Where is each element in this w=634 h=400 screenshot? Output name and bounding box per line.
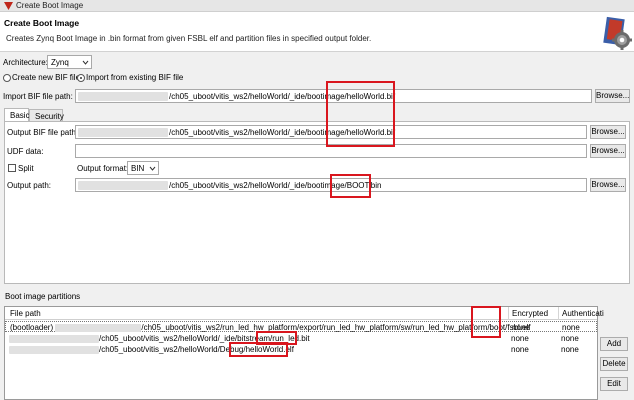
bootloader-tag: (bootloader) — [10, 323, 56, 332]
split-checkbox[interactable] — [8, 164, 16, 172]
redacted-path — [55, 323, 142, 332]
import-bif-radio[interactable] — [77, 74, 85, 82]
file-path-cell: (bootloader) /ch05_uboot/vitis_ws2/run_l… — [10, 323, 530, 332]
file-path-value: /ch05_uboot/vitis_ws2/run_led_hw_platfor… — [141, 323, 531, 332]
column-divider — [508, 307, 509, 320]
create-bif-label[interactable]: Create new BIF file — [12, 73, 80, 82]
output-path-browse-button[interactable]: Browse... — [590, 178, 626, 192]
encrypted-cell: none — [512, 323, 530, 332]
encrypted-cell: none — [511, 334, 529, 343]
output-path-value: /ch05_uboot/vitis_ws2/helloWorld/_ide/bo… — [169, 181, 382, 190]
output-format-select[interactable]: BIN — [127, 161, 159, 175]
file-path-value: /ch05_uboot/vitis_ws2/helloWorld/_ide/bi… — [99, 334, 310, 343]
add-partition-button[interactable]: Add — [600, 337, 628, 351]
output-path-input[interactable]: /ch05_uboot/vitis_ws2/helloWorld/_ide/bo… — [75, 178, 587, 192]
output-path-label: Output path: — [7, 181, 52, 190]
output-bif-browse-button[interactable]: Browse... — [590, 125, 626, 139]
window-title: Create Boot Image — [16, 1, 84, 10]
udf-data-input[interactable] — [75, 144, 587, 158]
partitions-table: File path Encrypted Authenticati (bootlo… — [4, 306, 604, 400]
redacted-path — [9, 345, 99, 354]
chevron-down-icon — [149, 166, 156, 171]
output-format-label: Output format: — [77, 164, 129, 173]
output-bif-path-input[interactable]: /ch05_uboot/vitis_ws2/helloWorld/_ide/bo… — [75, 125, 587, 139]
udf-browse-button[interactable]: Browse... — [590, 144, 626, 158]
redacted-path — [9, 334, 99, 343]
architecture-select[interactable]: Zynq — [47, 55, 92, 69]
redacted-path — [78, 128, 168, 138]
file-path-cell: /ch05_uboot/vitis_ws2/helloWorld/Debug/h… — [9, 345, 294, 354]
import-bif-browse-button[interactable]: Browse... — [595, 89, 630, 103]
chevron-down-icon — [82, 60, 89, 65]
banner-heading: Create Boot Image — [4, 18, 80, 28]
output-format-value: BIN — [131, 164, 145, 173]
column-authentication[interactable]: Authenticati — [562, 309, 604, 318]
delete-partition-button[interactable]: Delete — [600, 357, 628, 371]
encrypted-cell: none — [511, 345, 529, 354]
banner-description: Creates Zynq Boot Image in .bin format f… — [6, 34, 372, 43]
architecture-value: Zynq — [51, 58, 69, 67]
wizard-banner: Create Boot Image Creates Zynq Boot Imag… — [0, 12, 634, 52]
column-file-path[interactable]: File path — [10, 309, 41, 318]
output-bif-path-value: /ch05_uboot/vitis_ws2/helloWorld/_ide/bo… — [169, 128, 396, 137]
partitions-title: Boot image partitions — [5, 292, 81, 301]
partitions-table-header: File path Encrypted Authenticati — [5, 307, 604, 320]
redacted-path — [78, 181, 168, 191]
tab-basic[interactable]: Basic — [4, 108, 30, 122]
import-bif-path-label: Import BIF file path: — [3, 92, 73, 101]
column-divider — [558, 307, 559, 320]
create-bif-radio[interactable] — [3, 74, 11, 82]
import-bif-label[interactable]: Import from existing BIF file — [86, 73, 183, 82]
table-row[interactable]: /ch05_uboot/vitis_ws2/helloWorld/Debug/h… — [5, 344, 597, 355]
title-bar: Create Boot Image — [0, 0, 634, 12]
import-bif-path-input[interactable]: /ch05_uboot/vitis_ws2/helloWorld/_ide/bo… — [75, 89, 592, 103]
split-label[interactable]: Split — [18, 164, 34, 173]
column-encrypted[interactable]: Encrypted — [512, 309, 548, 318]
table-row[interactable]: (bootloader) /ch05_uboot/vitis_ws2/run_l… — [5, 321, 597, 332]
file-path-value: /ch05_uboot/vitis_ws2/helloWorld/Debug/h… — [99, 345, 294, 354]
edit-partition-button[interactable]: Edit — [600, 377, 628, 391]
authentication-cell: none — [562, 323, 580, 332]
redacted-path — [78, 92, 168, 102]
table-row[interactable]: /ch05_uboot/vitis_ws2/helloWorld/_ide/bi… — [5, 333, 597, 344]
output-bif-path-label: Output BIF file path: — [7, 128, 79, 137]
boot-image-gear-icon — [603, 16, 632, 50]
architecture-label: Architecture: — [3, 58, 48, 67]
udf-data-label: UDF data: — [7, 147, 44, 156]
import-bif-path-value: /ch05_uboot/vitis_ws2/helloWorld/_ide/bo… — [169, 92, 396, 101]
authentication-cell: none — [561, 334, 579, 343]
file-path-cell: /ch05_uboot/vitis_ws2/helloWorld/_ide/bi… — [9, 334, 310, 343]
authentication-cell: none — [561, 345, 579, 354]
app-icon — [4, 2, 13, 10]
